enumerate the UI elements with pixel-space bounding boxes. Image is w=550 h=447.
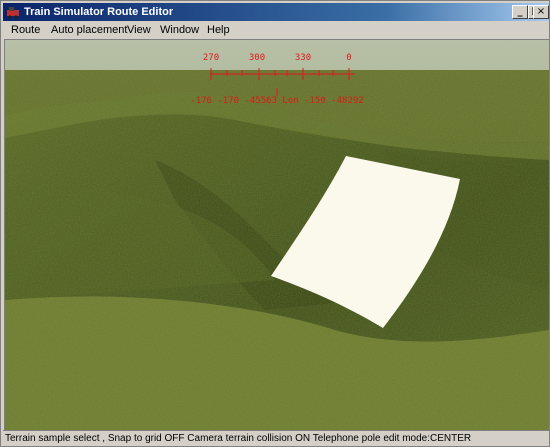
- menu-auto-placement[interactable]: Auto placement: [51, 21, 127, 39]
- status-bar: Terrain sample select , Snap to grid OFF…: [3, 430, 549, 446]
- terrain-scene: 270 300 330 0 -176 -170 -45563 Lon -150 …: [5, 40, 549, 430]
- menu-view[interactable]: View: [127, 21, 151, 39]
- compass-heading-270: 270: [203, 53, 219, 63]
- close-button[interactable]: ×: [533, 5, 549, 19]
- title-bar[interactable]: Train Simulator Route Editor _ □: [3, 3, 549, 21]
- menu-bar: Route Auto placement View Window Help: [3, 21, 549, 39]
- app-icon: [7, 7, 19, 19]
- compass-readout: -176 -170 -45563 Lon -150 -48292: [190, 96, 363, 106]
- terrain-viewport[interactable]: 270 300 330 0 -176 -170 -45563 Lon -150 …: [4, 39, 549, 430]
- minimize-button[interactable]: _: [512, 5, 528, 19]
- menu-help[interactable]: Help: [207, 21, 230, 39]
- compass-heading-330: 330: [295, 53, 311, 63]
- window-title: Train Simulator Route Editor: [24, 6, 174, 18]
- compass-heading-0: 0: [346, 53, 351, 63]
- menu-window[interactable]: Window: [160, 21, 199, 39]
- app-window: Train Simulator Route Editor _ □ × Route…: [0, 0, 550, 447]
- compass-heading-300: 300: [249, 53, 265, 63]
- menu-route[interactable]: Route: [11, 21, 40, 39]
